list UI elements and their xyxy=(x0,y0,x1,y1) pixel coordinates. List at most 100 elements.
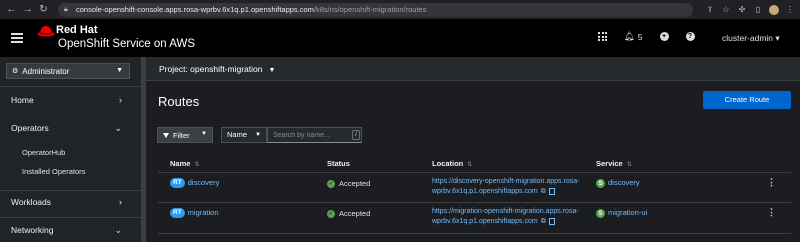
external-link-icon[interactable]: ⧉ xyxy=(541,188,546,195)
filter-label: Filter xyxy=(173,130,190,140)
copy-icon[interactable] xyxy=(548,217,555,225)
row-actions-kebab-icon[interactable]: ⋮ xyxy=(767,178,776,187)
external-link-icon[interactable]: ⧉ xyxy=(541,218,546,225)
caret-down-icon: ▼ xyxy=(201,131,207,137)
search-shortcut-hint: / xyxy=(352,130,360,140)
sidebar-item-operatorhub[interactable]: OperatorHub xyxy=(22,148,65,157)
check-circle-icon: ✓ xyxy=(327,180,335,189)
app-launcher-icon[interactable] xyxy=(598,32,607,41)
location-link-line2[interactable]: wprbv.6x1q.p1.openshiftapps.com xyxy=(432,218,538,225)
table-row-name[interactable]: RT discovery xyxy=(170,178,220,189)
column-header-status: Status xyxy=(327,159,350,168)
back-icon[interactable]: ← xyxy=(5,3,18,16)
route-badge: RT xyxy=(170,178,185,189)
column-header-service[interactable]: Service ⇅ xyxy=(596,159,632,168)
redhat-logo-icon xyxy=(37,26,55,37)
service-cell[interactable]: Sdiscovery xyxy=(596,178,640,188)
share-icon[interactable]: ⇪ xyxy=(705,5,715,14)
location-link-line1[interactable]: https://migration-openshift-migration.ap… xyxy=(432,207,579,217)
sort-icon: ⇅ xyxy=(626,162,632,168)
caret-down-icon: ▼ xyxy=(255,132,261,138)
route-link[interactable]: migration xyxy=(188,208,219,217)
notification-count: 5 xyxy=(637,31,643,42)
sidebar-item-networking[interactable]: Networking ⌄ xyxy=(0,219,141,241)
chevron-right-icon: › xyxy=(119,197,122,207)
status-text: Accepted xyxy=(339,179,371,188)
route-link[interactable]: discovery xyxy=(188,178,220,187)
chevron-down-icon: ▾ xyxy=(775,33,780,43)
filter-attribute-label: Name xyxy=(227,130,248,139)
sidebar-item-label: Networking xyxy=(11,225,54,235)
filter-icon xyxy=(163,132,169,138)
page-title: Routes xyxy=(158,94,200,109)
sidepanel-icon[interactable]: ▯ xyxy=(753,5,763,14)
sidebar-item-operators[interactable]: Operators ⌄ xyxy=(0,117,141,139)
column-label: Status xyxy=(327,159,350,168)
service-cell[interactable]: Smigration-ui xyxy=(596,208,647,218)
column-header-name[interactable]: Name ⇅ xyxy=(170,159,199,168)
masthead: Red Hat OpenShift Service on AWS 🔔︎ 5 + ?… xyxy=(0,19,800,57)
reload-icon[interactable]: ↻ xyxy=(37,3,50,16)
chevron-down-icon: ⌄ xyxy=(114,225,122,235)
add-icon[interactable]: + xyxy=(659,32,669,41)
status-cell: ✓ Accepted xyxy=(327,209,371,219)
route-badge: RT xyxy=(170,208,185,219)
main-content: Project: openshift-migration ▼ Routes Cre… xyxy=(146,57,800,242)
sidebar-item-label: Operators xyxy=(11,123,49,133)
row-divider xyxy=(158,202,791,203)
url-host: console-openshift-console.apps.rosa-wprb… xyxy=(76,5,314,14)
help-icon[interactable]: ? xyxy=(685,32,695,41)
sort-icon: ⇅ xyxy=(467,162,473,168)
divider xyxy=(0,86,141,87)
check-circle-icon: ✓ xyxy=(327,210,335,219)
location-link-line2[interactable]: wprbv.6x1q.p1.openshiftapps.com xyxy=(432,188,538,195)
perspective-switcher[interactable]: ⚙︎ Administrator ▼ xyxy=(6,63,130,79)
extensions-icon[interactable]: ✣ xyxy=(737,5,747,14)
column-label: Service xyxy=(596,159,623,168)
url-path: /k8s/ns/openshift-migration/routes xyxy=(313,5,427,14)
divider xyxy=(0,217,141,218)
location-cell: https://discovery-openshift-migration.ap… xyxy=(432,177,579,197)
column-label: Location xyxy=(432,159,464,168)
search-input[interactable] xyxy=(267,127,362,143)
service-link[interactable]: discovery xyxy=(608,178,640,187)
project-bar: Project: openshift-migration ▼ xyxy=(146,57,800,81)
star-icon[interactable]: ☆ xyxy=(721,5,731,14)
filter-dropdown[interactable]: Filter ▼ xyxy=(157,127,213,143)
sort-icon: ⇅ xyxy=(194,162,200,168)
user-name: cluster-admin xyxy=(722,33,774,43)
user-menu[interactable]: cluster-admin ▾ xyxy=(722,33,780,44)
column-header-location[interactable]: Location ⇅ xyxy=(432,159,472,168)
brand-product: OpenShift Service on AWS xyxy=(58,38,196,50)
copy-icon[interactable] xyxy=(548,187,555,195)
browser-menu-icon[interactable]: ⋮ xyxy=(785,5,795,14)
service-badge: S xyxy=(596,178,605,188)
forward-icon[interactable]: → xyxy=(21,3,34,16)
bell-icon: 🔔︎ xyxy=(624,31,635,41)
hamburger-menu-icon[interactable] xyxy=(11,33,23,43)
perspective-label: Administrator xyxy=(22,66,70,76)
sidebar-item-workloads[interactable]: Workloads › xyxy=(0,191,141,213)
caret-down-icon: ▼ xyxy=(268,67,276,74)
address-bar[interactable]: 🔒︎ console-openshift-console.apps.rosa-w… xyxy=(58,2,693,17)
notifications-button[interactable]: 🔔︎ 5 xyxy=(624,31,643,42)
table-row-name[interactable]: RT migration xyxy=(170,208,219,219)
chevron-right-icon: › xyxy=(119,95,122,105)
sidebar-item-installed-operators[interactable]: Installed Operators xyxy=(22,167,85,176)
chevron-down-icon: ⌄ xyxy=(114,123,122,133)
status-text: Accepted xyxy=(339,209,371,218)
sidebar: ⚙︎ Administrator ▼ Home › Operators ⌄ Op… xyxy=(0,57,141,242)
service-link[interactable]: migration-ui xyxy=(608,208,647,217)
row-actions-kebab-icon[interactable]: ⋮ xyxy=(767,208,776,217)
create-route-button[interactable]: Create Route xyxy=(703,91,791,109)
project-selector[interactable]: Project: openshift-migration ▼ xyxy=(159,64,275,74)
browser-toolbar: ← → ↻ 🔒︎ console-openshift-console.apps.… xyxy=(0,0,800,19)
location-link-line1[interactable]: https://discovery-openshift-migration.ap… xyxy=(432,177,579,187)
filter-attribute-dropdown[interactable]: Name ▼ xyxy=(221,127,267,143)
sidebar-item-home[interactable]: Home › xyxy=(0,89,141,111)
profile-avatar[interactable] xyxy=(769,4,779,15)
sidebar-item-label: Home xyxy=(11,95,34,105)
service-badge: S xyxy=(596,208,605,218)
column-label: Name xyxy=(170,159,191,168)
gear-icon: ⚙︎ xyxy=(12,68,19,75)
